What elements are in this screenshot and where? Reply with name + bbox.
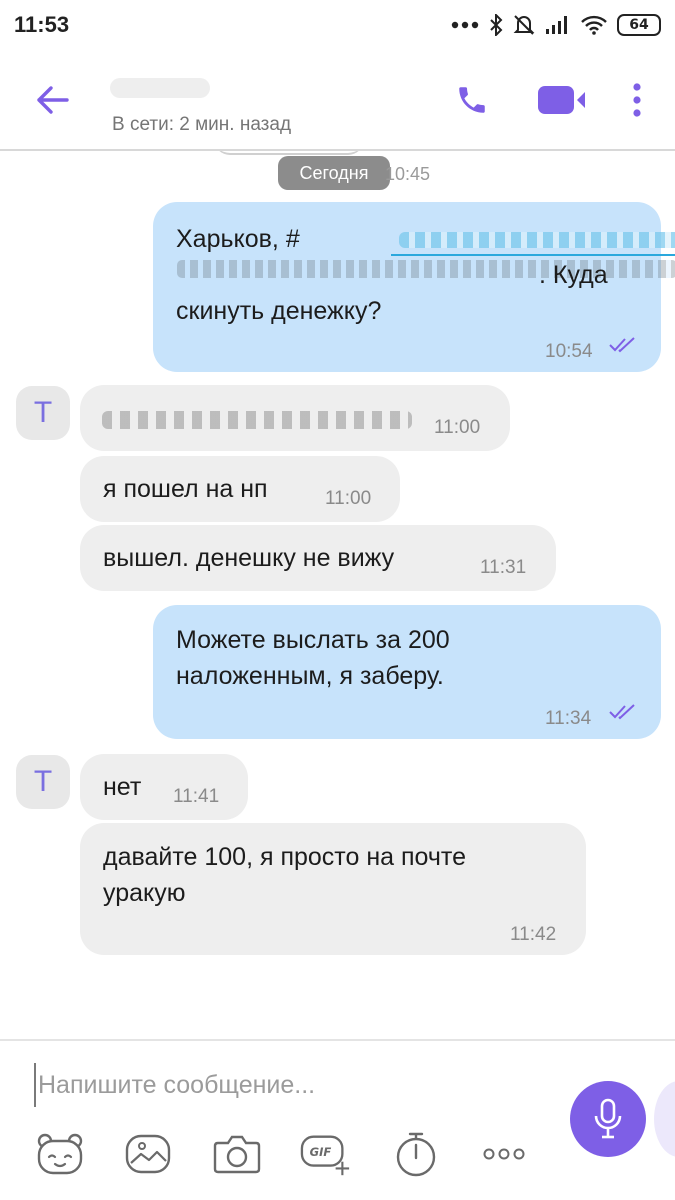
gallery-icon — [125, 1134, 171, 1174]
call-button[interactable] — [452, 78, 492, 122]
more-icon — [483, 1148, 525, 1160]
status-time: 11:53 — [14, 12, 70, 37]
more-vert-icon — [633, 83, 641, 117]
microphone-icon — [594, 1098, 622, 1139]
message-text: нет — [103, 773, 142, 801]
message-line: давайте 100, я просто на почте — [103, 843, 466, 871]
previous-bubble-edge — [214, 151, 364, 155]
outgoing-message[interactable]: Харьков, # . Куда скинуть денежку? 10:54 — [153, 202, 675, 372]
side-panel-handle — [654, 1081, 675, 1157]
camera-icon — [213, 1135, 261, 1174]
outgoing-message[interactable]: Можете выслать за 200 наложенным, я забе… — [153, 605, 661, 739]
message-line: Можете выслать за 200 — [176, 626, 450, 654]
message-text-continued: . Куда — [539, 261, 608, 289]
message-time: 11:42 — [510, 924, 557, 945]
message-composer: GIF — [0, 1041, 675, 1200]
mute-icon — [513, 15, 535, 35]
gallery-button[interactable] — [122, 1129, 174, 1179]
video-camera-icon — [538, 86, 585, 114]
video-call-button[interactable] — [534, 78, 590, 122]
contact-status: В сети: 2 мин. назад — [112, 114, 292, 135]
wifi-icon — [581, 15, 607, 35]
incoming-message[interactable]: я пошел на нп 11:00 — [80, 456, 400, 522]
status-icons: 64 — [451, 14, 661, 36]
voice-message-button[interactable] — [570, 1081, 646, 1157]
battery-level: 64 — [629, 17, 649, 33]
timer-icon — [396, 1132, 436, 1177]
read-ticks-icon — [609, 704, 635, 720]
sticker-icon — [37, 1133, 83, 1175]
gif-button[interactable]: GIF — [300, 1129, 352, 1179]
phone-icon — [459, 87, 485, 113]
more-attachments-button[interactable] — [478, 1129, 530, 1179]
incoming-message[interactable]: нет 11:41 — [80, 754, 248, 820]
incoming-message[interactable]: давайте 100, я просто на почте уракую 11… — [80, 823, 586, 955]
signal-icon — [546, 16, 567, 34]
sticker-button[interactable] — [34, 1129, 86, 1179]
message-text: Можете выслать за 200 наложенным, я забе… — [176, 622, 450, 694]
back-arrow-icon — [37, 86, 69, 114]
date-separator: Сегодня — [278, 156, 390, 190]
timer-button[interactable] — [390, 1129, 442, 1179]
message-line: Харьков, # — [176, 225, 300, 253]
more-options-button[interactable] — [622, 78, 652, 122]
incoming-message[interactable]: вышел. денешку не вижу 11:31 — [80, 525, 556, 591]
status-bar: 11:53 64 — [0, 0, 675, 50]
dots-icon — [451, 21, 479, 29]
camera-button[interactable] — [211, 1129, 263, 1179]
message-input[interactable] — [34, 1063, 544, 1107]
message-text: давайте 100, я просто на почте уракую — [103, 839, 466, 911]
message-text-line3: скинуть денежку? — [176, 297, 382, 325]
message-time: 10:54 — [545, 341, 593, 362]
message-list[interactable]: Сегодня 10:45 Харьков, # . Куда скинуть … — [0, 151, 675, 1039]
contact-avatar[interactable]: T — [16, 386, 70, 440]
contact-name-redacted[interactable] — [110, 78, 210, 98]
message-line: уракую — [103, 879, 186, 907]
redacted-link[interactable] — [391, 226, 675, 256]
message-text: вышел. денешку не вижу — [103, 544, 395, 572]
message-time: 11:41 — [173, 786, 220, 807]
message-time: 11:34 — [545, 708, 592, 729]
message-line: наложенным, я заберу. — [176, 662, 444, 690]
date-separator-time: 10:45 — [385, 164, 431, 184]
contact-avatar[interactable]: T — [16, 755, 70, 809]
message-time: 11:31 — [480, 557, 527, 578]
read-ticks-icon — [609, 337, 635, 353]
gif-label: GIF — [310, 1145, 332, 1159]
message-text: Харьков, # — [176, 221, 300, 257]
message-time: 11:00 — [434, 417, 481, 438]
battery-icon: 64 — [617, 14, 661, 36]
gif-icon: GIF — [300, 1135, 350, 1176]
incoming-message[interactable]: 11:00 — [80, 385, 510, 451]
bluetooth-icon — [490, 14, 503, 36]
chat-header: В сети: 2 мин. назад — [0, 50, 675, 150]
redacted-text — [102, 411, 412, 429]
message-time: 11:00 — [325, 488, 372, 509]
message-text: я пошел на нп — [103, 475, 268, 503]
back-button[interactable] — [30, 80, 74, 120]
